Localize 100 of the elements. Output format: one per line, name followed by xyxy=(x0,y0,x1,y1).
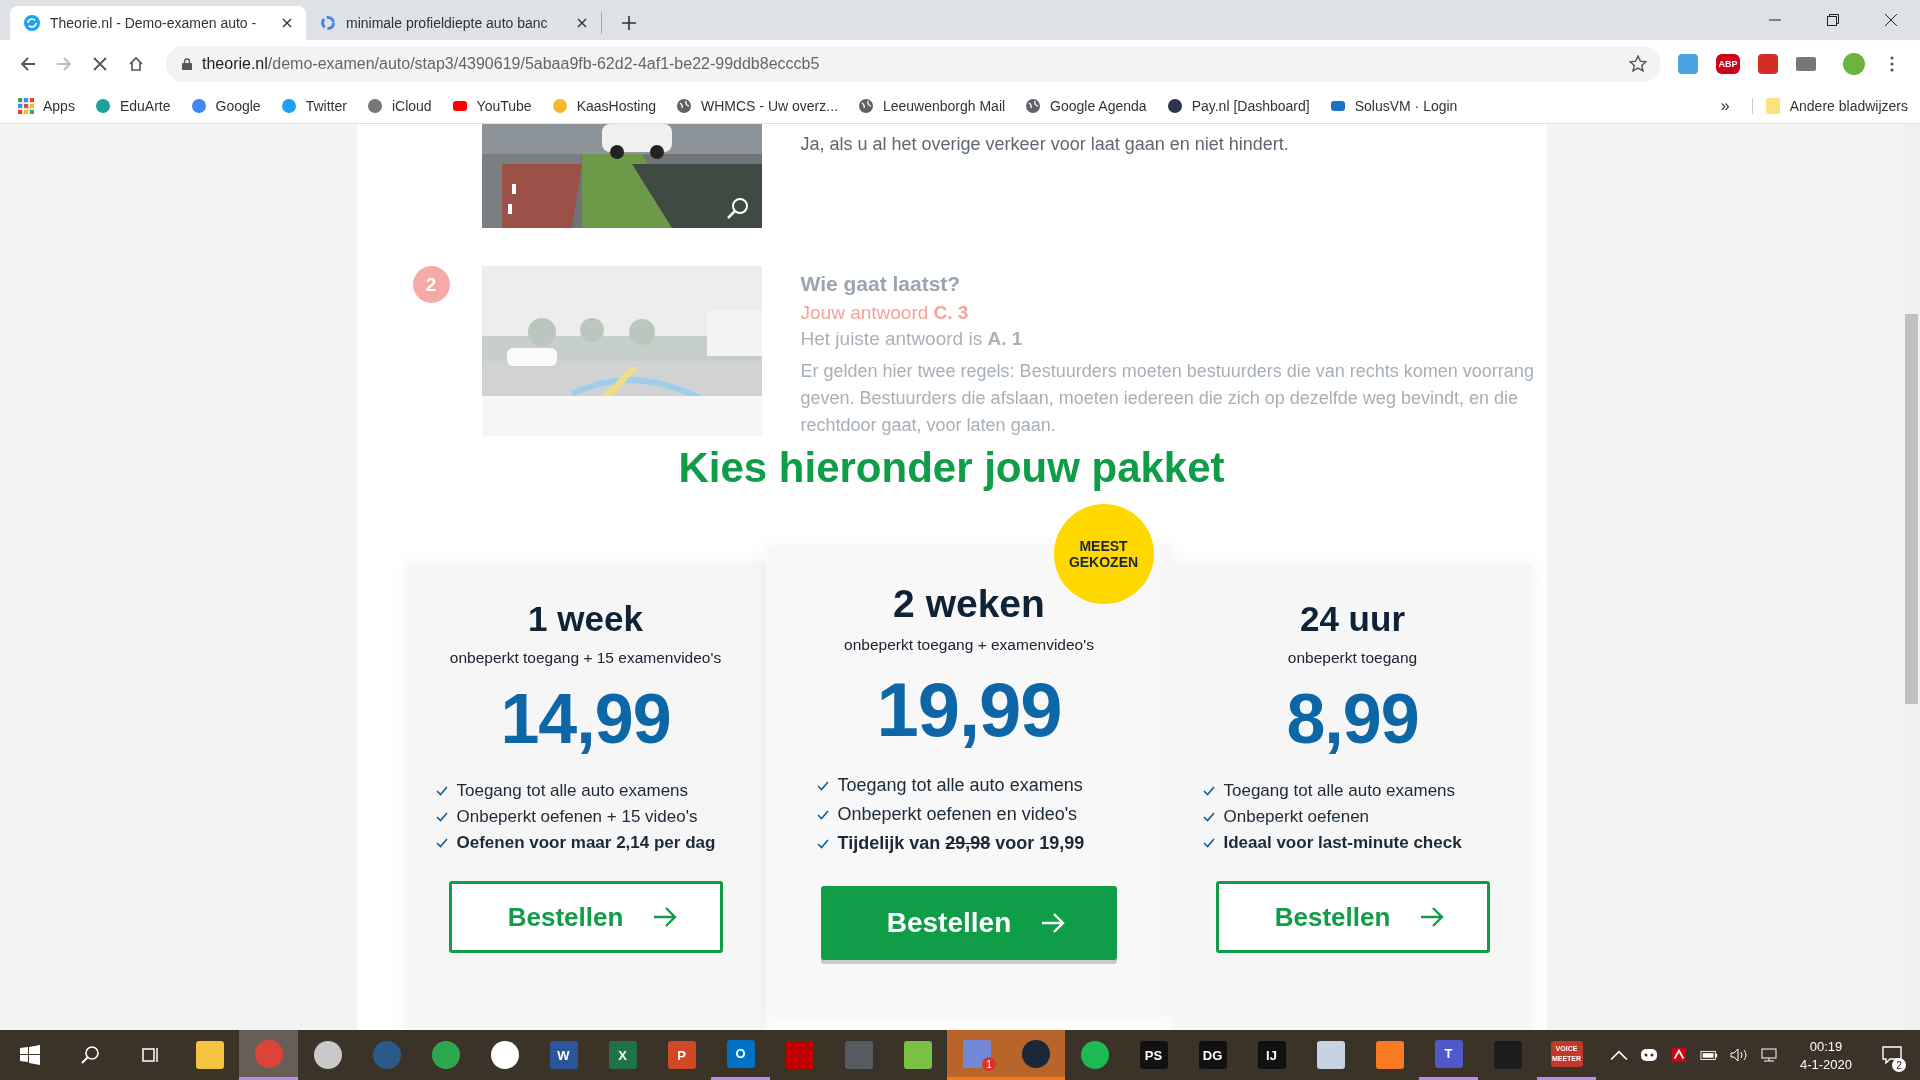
section-heading: Kies hieronder jouw pakket xyxy=(677,444,1226,492)
popular-badge: MEEST GEKOZEN xyxy=(1053,504,1154,604)
arrow-right-icon xyxy=(1041,913,1066,933)
feature-text: Onbeperkt oefenen xyxy=(1223,807,1370,827)
browser-tab[interactable]: Theorie.nl - Demo-examen auto - xyxy=(10,6,306,40)
question-title: Wie gaat laatst? xyxy=(800,272,962,296)
taskbar-app[interactable]: T xyxy=(1419,1030,1478,1080)
grid-icon xyxy=(18,97,34,114)
notification-button[interactable]: 2 xyxy=(1872,1030,1912,1080)
check-icon xyxy=(435,838,448,848)
feature-text: Onbeperkt oefenen en video's xyxy=(837,804,1078,825)
package-subtitle: onbeperkt toegang xyxy=(1287,649,1418,667)
price: 19,99 xyxy=(876,666,1062,753)
feature-text: Toegang tot alle auto examens xyxy=(1223,781,1456,801)
volume-icon[interactable] xyxy=(1729,1048,1748,1062)
close-icon[interactable] xyxy=(1885,14,1897,26)
check-icon xyxy=(816,780,829,791)
price: 8,99 xyxy=(1286,679,1419,759)
package-title: 24 uur xyxy=(1299,599,1405,639)
bookmark[interactable]: YouTube xyxy=(451,97,532,114)
bookmark[interactable]: EduArte xyxy=(94,97,171,114)
package-subtitle: onbeperkt toegang + examenvideo's xyxy=(844,636,1094,654)
magnifier-icon[interactable] xyxy=(725,196,750,220)
scrollbar-thumb[interactable] xyxy=(1905,314,1918,704)
star-icon[interactable] xyxy=(1629,55,1647,73)
clock[interactable]: 00:19 4-1-2020 xyxy=(1799,1038,1852,1072)
site-icon xyxy=(1166,97,1183,114)
feature-text: Toegang tot alle auto examens xyxy=(456,781,689,801)
taskbar-app[interactable] xyxy=(1006,1030,1065,1080)
check-icon xyxy=(435,812,448,822)
more-bookmarks-button[interactable]: » xyxy=(1720,96,1730,115)
url-text: theorie.nl/demo-examen/auto/stap3/4390619/5abaa9fb-62d2-4af1-be22-99ddb8ecccb5 xyxy=(202,55,821,73)
sync-circle-icon xyxy=(24,15,40,31)
bookmark[interactable]: Google Agenda xyxy=(1025,97,1147,114)
bookmark[interactable]: Twitter xyxy=(280,97,347,114)
check-icon xyxy=(816,809,829,820)
extension-icon[interactable] xyxy=(1758,54,1778,74)
date-text: 4-1-2020 xyxy=(1799,1056,1852,1072)
bookmark[interactable]: iCloud xyxy=(366,97,432,114)
globe-icon xyxy=(857,97,874,114)
bookmark[interactable]: Leeuwenborgh Mail xyxy=(857,97,1006,114)
site-icon xyxy=(551,97,568,114)
address-bar[interactable]: theorie.nl/demo-examen/auto/stap3/4390619/5abaa9fb-62d2-4af1-be22-99ddb8ecccb5 xyxy=(166,46,1661,82)
your-answer: Jouw antwoord C. 3 xyxy=(800,302,970,324)
taskbar-app[interactable]: 1 xyxy=(947,1030,1006,1080)
globe-icon xyxy=(1025,97,1042,114)
feature-text: Tijdelijk van 29,98 voor 19,99 xyxy=(837,833,1085,854)
check-icon xyxy=(1202,786,1215,796)
check-icon xyxy=(1202,838,1215,848)
windows-icon[interactable] xyxy=(20,1045,40,1065)
package-title: 1 week xyxy=(528,599,643,639)
taskbar-app[interactable]: PS xyxy=(1124,1030,1183,1080)
site-icon xyxy=(94,97,111,114)
globe-icon xyxy=(676,97,692,114)
taskbar-app[interactable]: IJ xyxy=(1242,1030,1301,1080)
search-icon[interactable] xyxy=(80,1045,100,1065)
feature-text: Ideaal voor last-minute check xyxy=(1223,833,1462,853)
bookmark[interactable]: WHMCS - Uw overz... xyxy=(676,97,838,114)
package-title: 2 weken xyxy=(893,582,1045,626)
browser-tab[interactable]: minimale profieldiepte auto banc xyxy=(306,12,602,34)
bookmark[interactable]: Google xyxy=(190,97,261,114)
close-tab-icon[interactable] xyxy=(282,18,292,28)
bookmark[interactable]: KaasHosting xyxy=(551,97,656,114)
order-button[interactable]: Bestellen xyxy=(1215,881,1490,953)
bookmark[interactable]: Pay.nl [Dashboard] xyxy=(1166,97,1310,114)
task-view-icon[interactable] xyxy=(140,1045,160,1065)
folder-icon xyxy=(1764,97,1781,114)
site-icon xyxy=(190,97,207,114)
time-text: 00:19 xyxy=(1809,1038,1843,1054)
restore-icon[interactable] xyxy=(1827,14,1839,26)
order-button[interactable]: Bestellen xyxy=(448,881,723,953)
taskbar-app[interactable]: W xyxy=(534,1030,593,1080)
extension-button[interactable]: ABP xyxy=(1716,54,1740,74)
answer-text: Ja, als u al het overige verkeer voor laat gaan en niet hindert. xyxy=(800,134,1290,155)
controller-icon[interactable] xyxy=(1639,1048,1658,1062)
taskbar-app[interactable]: DG xyxy=(1183,1030,1242,1080)
arrow-right-icon xyxy=(653,907,678,927)
network-icon[interactable] xyxy=(1759,1048,1778,1062)
extension-icon[interactable] xyxy=(1843,53,1865,75)
chevron-up-icon[interactable] xyxy=(1609,1048,1628,1062)
google-icon xyxy=(320,15,336,31)
bookmark[interactable]: Apps xyxy=(18,97,75,114)
explanation-text: Er gelden hier twee regels: Bestuurders moeten bestuurders die van rechts komen voorrang geven. Bestuurders die afslaan, moeten iedereen die zich op dezelfde weg bevindt, en die rechtdoor gaat, voor laten gaan. xyxy=(800,360,1535,437)
check-icon xyxy=(435,786,448,796)
new-tab-icon[interactable] xyxy=(622,16,636,30)
taskbar-app[interactable]: P xyxy=(652,1030,711,1080)
bookmark-folder[interactable]: Andere bladwijzers xyxy=(1751,97,1908,114)
battery-icon[interactable] xyxy=(1699,1048,1718,1062)
site-icon xyxy=(366,97,383,114)
taskbar-app[interactable]: X xyxy=(593,1030,652,1080)
taskbar-app[interactable]: O xyxy=(711,1030,770,1080)
feature-text: Oefenen voor maar 2,14 per dag xyxy=(456,833,716,853)
bookmark[interactable]: SolusVM · Login xyxy=(1329,97,1458,114)
close-tab-icon[interactable] xyxy=(577,18,587,28)
lock-icon xyxy=(182,58,192,70)
back-icon[interactable] xyxy=(20,56,36,72)
stop-icon[interactable] xyxy=(92,56,108,72)
check-icon xyxy=(816,838,829,849)
question-number: 2 xyxy=(412,266,450,303)
home-icon[interactable] xyxy=(128,56,144,72)
